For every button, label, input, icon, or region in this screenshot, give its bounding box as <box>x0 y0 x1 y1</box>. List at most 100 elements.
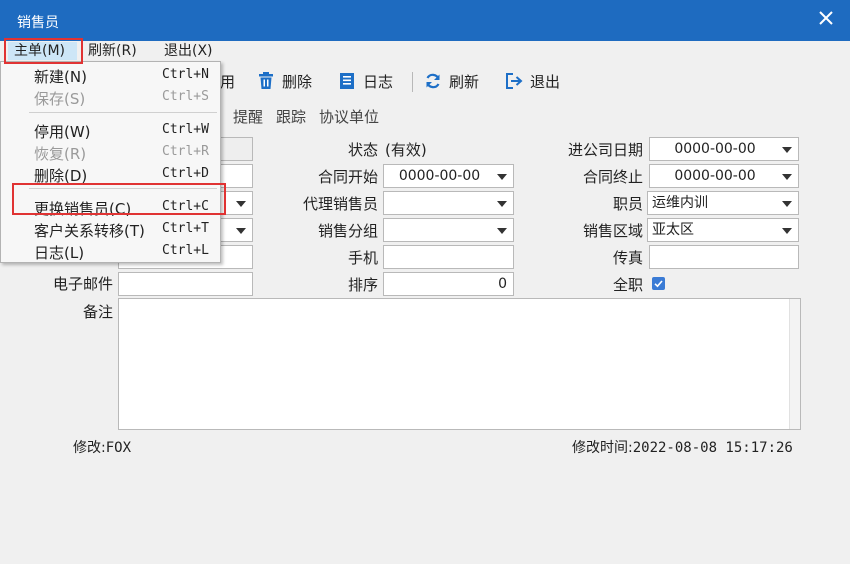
fulltime-label: 全职 <box>612 276 643 294</box>
menu-item-label: 新建(N) <box>34 68 87 86</box>
modifier-label: 修改: <box>73 440 106 456</box>
email-field[interactable] <box>118 272 253 296</box>
sort-label: 排序 <box>347 276 378 294</box>
toolbar-divider <box>412 72 413 92</box>
contract-end-date[interactable]: 0000-00-00 <box>649 164 799 188</box>
title-bar: 销售员 <box>0 0 850 41</box>
menu-separator <box>29 112 217 113</box>
modified-time-label: 修改时间: <box>572 440 633 456</box>
sales-region-select[interactable]: 亚太区 <box>647 218 799 242</box>
sales-group-select[interactable] <box>383 218 514 242</box>
menu-item-save[interactable]: 保存(S) Ctrl+S <box>1 86 220 108</box>
gender-select[interactable] <box>218 191 253 215</box>
position-label: 职员 <box>612 195 643 213</box>
name-field[interactable] <box>218 164 253 188</box>
exit-icon <box>506 73 523 89</box>
status-value: (有效) <box>385 141 427 159</box>
disable-button-label: 用 <box>220 72 236 91</box>
remarks-label: 备注 <box>82 303 113 321</box>
menu-item-change-salesperson[interactable]: 更换销售员(C) Ctrl+C <box>1 196 220 218</box>
modifier-info: 修改:FOX <box>73 437 131 457</box>
mobile-label: 手机 <box>347 249 378 267</box>
join-date-value: 0000-00-00 <box>674 141 756 157</box>
log-button[interactable]: 日志 <box>337 70 393 92</box>
menu-item-shortcut: Ctrl+T <box>162 221 209 236</box>
exit-button-label: 退出 <box>530 72 561 91</box>
contract-start-label: 合同开始 <box>317 168 378 186</box>
menu-item-shortcut: Ctrl+D <box>162 166 209 181</box>
fulltime-checkbox[interactable] <box>652 277 665 290</box>
chevron-down-icon <box>782 228 792 234</box>
delete-button[interactable]: 删除 <box>256 70 312 92</box>
menu-item-disable[interactable]: 停用(W) Ctrl+W <box>1 119 220 141</box>
menu-item-shortcut: Ctrl+C <box>162 199 209 214</box>
code-field[interactable] <box>218 137 253 161</box>
remarks-scrollbar[interactable] <box>789 299 800 429</box>
menu-item-shortcut: Ctrl+L <box>162 243 209 258</box>
chevron-down-icon <box>497 228 507 234</box>
position-select[interactable]: 运维内训 <box>647 191 799 215</box>
trash-icon <box>259 72 273 89</box>
menu-exit[interactable]: 退出(X) <box>164 42 213 60</box>
fax-field[interactable] <box>649 245 799 269</box>
agent-label: 代理销售员 <box>302 195 378 213</box>
chevron-down-icon <box>782 174 792 180</box>
menu-item-log[interactable]: 日志(L) Ctrl+L <box>1 240 220 262</box>
chevron-down-icon <box>782 201 792 207</box>
modifier-value: FOX <box>105 440 132 456</box>
mobile-field[interactable] <box>383 245 514 269</box>
log-icon <box>340 73 354 89</box>
tab-tracking[interactable]: 跟踪 <box>276 106 306 127</box>
menu-item-restore[interactable]: 恢复(R) Ctrl+R <box>1 141 220 163</box>
contract-end-value: 0000-00-00 <box>674 168 756 184</box>
join-date[interactable]: 0000-00-00 <box>649 137 799 161</box>
menu-item-delete[interactable]: 删除(D) Ctrl+D <box>1 163 220 185</box>
menu-item-new[interactable]: 新建(N) Ctrl+N <box>1 64 220 86</box>
contract-end-label: 合同终止 <box>582 168 643 186</box>
window-title: 销售员 <box>17 15 59 31</box>
close-icon[interactable] <box>816 8 836 28</box>
menu-main[interactable]: 主单(M) <box>8 42 77 60</box>
agent-select[interactable] <box>383 191 514 215</box>
checkmark-icon <box>654 280 663 288</box>
menu-item-label: 客户关系转移(T) <box>34 222 145 240</box>
menu-separator <box>29 188 217 189</box>
refresh-button[interactable]: 刷新 <box>423 70 479 92</box>
position-value: 运维内训 <box>652 195 708 211</box>
menu-item-shortcut: Ctrl+S <box>162 89 209 104</box>
menu-refresh[interactable]: 刷新(R) <box>88 42 137 60</box>
delete-button-label: 删除 <box>282 72 313 91</box>
sales-region-label: 销售区域 <box>582 222 643 240</box>
status-label: 状态 <box>347 141 378 159</box>
contract-start-date[interactable]: 0000-00-00 <box>383 164 514 188</box>
menu-item-label: 停用(W) <box>34 123 91 141</box>
menu-item-shortcut: Ctrl+R <box>162 144 209 159</box>
tab-reminder[interactable]: 提醒 <box>233 106 263 127</box>
email-label: 电子邮件 <box>52 275 113 293</box>
chevron-down-icon <box>782 147 792 153</box>
menu-item-transfer-customer[interactable]: 客户关系转移(T) Ctrl+T <box>1 218 220 240</box>
modified-time-info: 修改时间:2022-08-08 15:17:26 <box>572 437 793 457</box>
refresh-icon <box>426 73 440 89</box>
menu-item-shortcut: Ctrl+W <box>162 122 209 137</box>
tab-agreement-unit[interactable]: 协议单位 <box>319 106 379 127</box>
refresh-button-label: 刷新 <box>449 72 480 91</box>
fax-label: 传真 <box>612 249 643 267</box>
menu-item-label: 更换销售员(C) <box>34 200 132 218</box>
contract-start-value: 0000-00-00 <box>398 168 481 184</box>
menu-item-label: 删除(D) <box>34 167 88 185</box>
menu-item-shortcut: Ctrl+N <box>162 67 209 82</box>
join-date-label: 进公司日期 <box>567 141 643 159</box>
modified-time-value: 2022-08-08 15:17:26 <box>632 440 793 456</box>
chevron-down-icon <box>497 174 507 180</box>
sort-field[interactable]: 0 <box>383 272 514 296</box>
exit-button[interactable]: 退出 <box>504 70 560 92</box>
disable-button[interactable]: 用 <box>220 70 235 92</box>
remarks-textarea[interactable] <box>118 298 801 430</box>
sales-group-label: 销售分组 <box>317 222 378 240</box>
menu-item-label: 恢复(R) <box>34 145 87 163</box>
main-menu-dropdown: 新建(N) Ctrl+N 保存(S) Ctrl+S 停用(W) Ctrl+W 恢… <box>0 61 221 263</box>
sales-region-value: 亚太区 <box>652 222 694 238</box>
department-select[interactable] <box>218 218 253 242</box>
menu-bar: 主单(M) 刷新(R) 退出(X) <box>0 41 850 62</box>
